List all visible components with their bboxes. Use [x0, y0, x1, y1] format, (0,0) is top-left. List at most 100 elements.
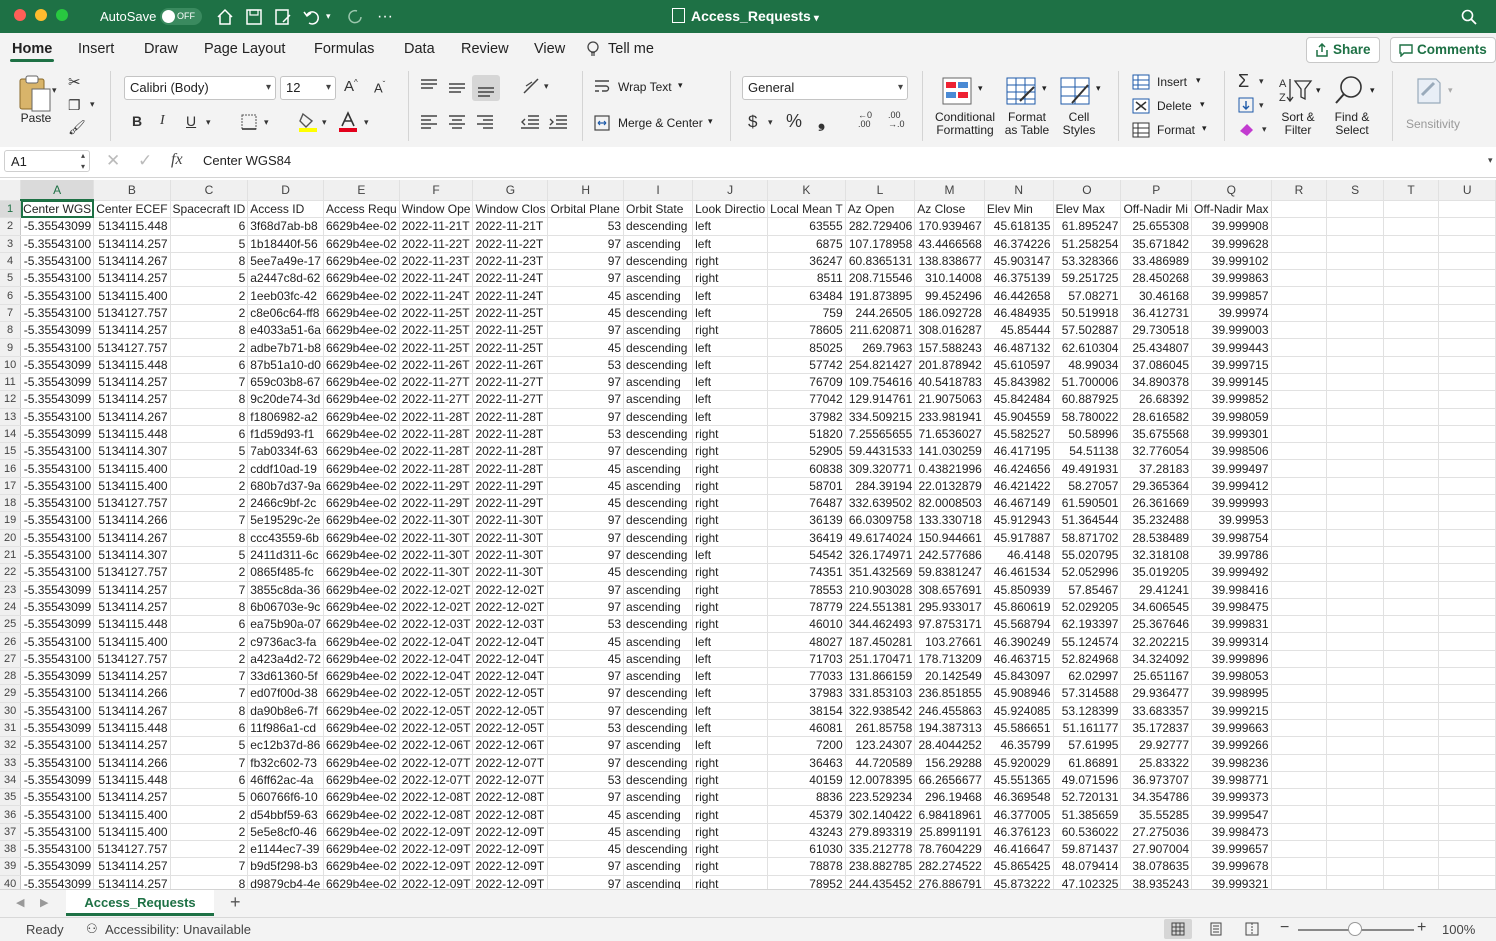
- fill-color-dropdown-icon[interactable]: ▾: [322, 117, 327, 128]
- clear-dropdown-icon[interactable]: ▾: [1262, 124, 1267, 135]
- cell[interactable]: 7200: [767, 736, 846, 755]
- header-cell[interactable]: Off-Nadir Max: [1191, 200, 1272, 219]
- cell[interactable]: [1438, 719, 1496, 738]
- cell[interactable]: [1438, 356, 1496, 374]
- cell[interactable]: 2: [170, 563, 249, 582]
- cell[interactable]: 45: [547, 338, 625, 357]
- cell[interactable]: 77042: [767, 390, 846, 409]
- share-button[interactable]: Share: [1306, 37, 1380, 63]
- header-cell[interactable]: Access ID: [247, 200, 324, 219]
- cell[interactable]: 62.02997: [1053, 667, 1122, 686]
- cell[interactable]: 62.610304: [1053, 338, 1122, 357]
- column-header[interactable]: B: [93, 180, 171, 201]
- cell[interactable]: 39.999492: [1191, 563, 1272, 582]
- italic-icon[interactable]: I: [160, 113, 165, 129]
- cell[interactable]: 39.999102: [1191, 252, 1272, 271]
- cell[interactable]: 39.999321: [1191, 875, 1272, 889]
- row-header[interactable]: 39: [0, 857, 22, 876]
- cell[interactable]: 7: [170, 511, 249, 530]
- cell[interactable]: descending: [623, 546, 694, 565]
- cell[interactable]: 123.24307: [845, 736, 916, 755]
- cell[interactable]: 5134114.266: [93, 754, 171, 772]
- cell[interactable]: descending: [623, 425, 694, 444]
- cell[interactable]: 59.8381247: [914, 563, 985, 582]
- cell[interactable]: 29.41241: [1120, 581, 1193, 599]
- cell[interactable]: left: [692, 304, 769, 323]
- cell[interactable]: 5134114.257: [93, 598, 171, 617]
- cell[interactable]: right: [692, 771, 769, 790]
- cell[interactable]: 659c03b8-67: [247, 373, 324, 392]
- cell[interactable]: right: [692, 425, 769, 444]
- cell[interactable]: [1383, 840, 1440, 859]
- cell[interactable]: 61.590501: [1053, 494, 1122, 513]
- cell[interactable]: ed07f00d-38: [247, 684, 324, 703]
- cell[interactable]: 58701: [767, 477, 846, 496]
- cell[interactable]: [1383, 805, 1440, 824]
- cell[interactable]: 244.26505: [845, 304, 916, 323]
- cell[interactable]: 2022-12-04T: [472, 667, 549, 686]
- cell[interactable]: [1438, 581, 1496, 599]
- cell[interactable]: [1271, 304, 1328, 323]
- cell[interactable]: 2022-12-08T: [399, 805, 474, 824]
- cell[interactable]: cddf10ad-19: [247, 459, 324, 478]
- cell[interactable]: 36247: [767, 252, 846, 271]
- cell[interactable]: 39.999678: [1191, 857, 1272, 876]
- cell[interactable]: 2022-11-26T: [472, 356, 549, 374]
- cell[interactable]: 46.421422: [984, 477, 1054, 496]
- cell[interactable]: descending: [623, 338, 694, 357]
- cell[interactable]: 2022-12-09T: [472, 823, 549, 841]
- cell[interactable]: [1383, 546, 1440, 565]
- decrease-indent-icon[interactable]: [520, 115, 540, 129]
- cell[interactable]: [1438, 736, 1496, 755]
- cell[interactable]: left: [692, 338, 769, 357]
- close-window-button[interactable]: [14, 9, 26, 21]
- cell[interactable]: ascending: [623, 581, 694, 599]
- cell[interactable]: 38.935243: [1120, 875, 1193, 889]
- cell[interactable]: -5.35543099: [20, 615, 95, 634]
- header-cell[interactable]: Az Close: [914, 200, 985, 219]
- cell[interactable]: 282.729406: [845, 217, 916, 236]
- cell[interactable]: [1438, 286, 1496, 305]
- cell[interactable]: -5.35543100: [20, 823, 95, 841]
- cell[interactable]: 2022-12-05T: [399, 702, 474, 720]
- cell[interactable]: 55.020795: [1053, 546, 1122, 565]
- cell[interactable]: left: [692, 667, 769, 686]
- cell[interactable]: 8: [170, 252, 249, 271]
- row-header[interactable]: 23: [0, 581, 22, 599]
- cell[interactable]: 61.86891: [1053, 754, 1122, 772]
- cell[interactable]: 322.938542: [845, 702, 916, 720]
- merge-center-button[interactable]: Merge & Center ▾: [594, 113, 724, 133]
- cell[interactable]: left: [692, 546, 769, 565]
- cell[interactable]: [1438, 477, 1496, 496]
- column-header[interactable]: I: [623, 180, 694, 201]
- cell[interactable]: 0865f485-fc: [247, 563, 324, 582]
- cell[interactable]: [1271, 615, 1328, 634]
- cell[interactable]: 2022-11-30T: [472, 563, 549, 582]
- cell[interactable]: 187.450281: [845, 632, 916, 651]
- font-name-select[interactable]: Calibri (Body) ▾: [124, 76, 276, 100]
- cell[interactable]: -5.35543100: [20, 269, 95, 288]
- cell[interactable]: 326.174971: [845, 546, 916, 565]
- cell[interactable]: -5.35543100: [20, 736, 95, 755]
- align-right-icon[interactable]: [476, 115, 494, 129]
- cell[interactable]: right: [692, 754, 769, 772]
- row-header[interactable]: 21: [0, 546, 22, 565]
- cell[interactable]: 2022-12-09T: [472, 840, 549, 859]
- cell[interactable]: 46.35799: [984, 736, 1054, 755]
- cell[interactable]: c9736ac3-fa: [247, 632, 324, 651]
- cell[interactable]: 5134115.400: [93, 805, 171, 824]
- cell[interactable]: -5.35543100: [20, 563, 95, 582]
- header-cell[interactable]: Access Requ: [323, 200, 400, 219]
- cell[interactable]: 54542: [767, 546, 846, 565]
- cell[interactable]: 6629b4ee-02: [323, 771, 400, 790]
- cell[interactable]: 44.720589: [845, 754, 916, 772]
- cell[interactable]: 71703: [767, 650, 846, 669]
- tab-review[interactable]: Review: [461, 33, 509, 65]
- cell[interactable]: 5134115.400: [93, 459, 171, 478]
- cell[interactable]: -5.35543099: [20, 598, 95, 617]
- cell[interactable]: 5134114.307: [93, 442, 171, 461]
- cell[interactable]: 39.999301: [1191, 425, 1272, 444]
- cell[interactable]: 55.124574: [1053, 632, 1122, 651]
- cell[interactable]: [1438, 840, 1496, 859]
- font-color-dropdown-icon[interactable]: ▾: [364, 117, 369, 128]
